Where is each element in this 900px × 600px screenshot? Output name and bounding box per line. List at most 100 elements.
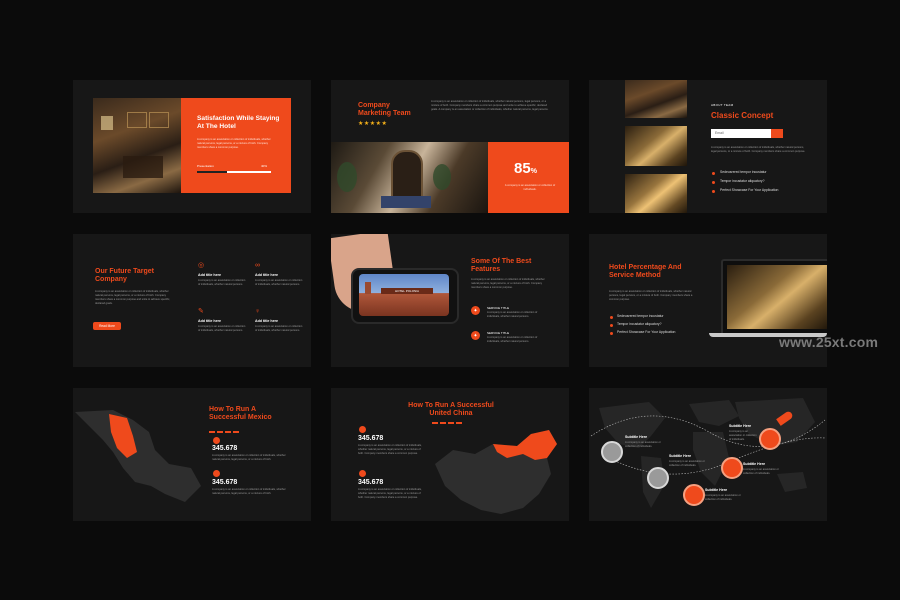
tower [365, 282, 371, 294]
bullet-item: Perfect Showcase For Your Application [617, 330, 676, 334]
money-bag-icon [359, 470, 366, 477]
bar-value: 40% [261, 164, 268, 168]
slide-title: How To Run A Successful Mexico [209, 406, 272, 421]
item-title: Add title here [198, 273, 221, 277]
service-icon: ✦ [471, 306, 480, 315]
bullet-dot-icon [610, 332, 613, 335]
bullet-dot-icon [712, 190, 715, 193]
service-title: SERVICE TITLE [487, 331, 510, 335]
subtitle-label: Subtitle Here [705, 488, 728, 492]
target-icon [721, 457, 743, 479]
divider-dash [225, 431, 231, 433]
slide-future-target[interactable]: Our Future Target Company A company is a… [73, 234, 311, 367]
divider-dash [233, 431, 239, 433]
slide-body: A company is an association or collectio… [95, 290, 170, 305]
email-field[interactable]: Email [711, 129, 771, 138]
blue-steps [381, 196, 431, 208]
chat-icon: ◎ [198, 262, 205, 269]
slide-body: A company is an association or collectio… [471, 278, 545, 289]
plant [433, 164, 451, 190]
bullet-item: Perfect Showcase For Your Application [720, 188, 779, 192]
percent-caption: A company is an association or collectio… [504, 184, 556, 191]
subtitle-label: Subtitle Here [743, 462, 766, 466]
item-title: Add title here [255, 319, 278, 323]
sofa [123, 156, 163, 178]
progress-fill [197, 171, 227, 173]
lobby-photo [727, 265, 827, 329]
bullet-dot-icon [610, 316, 613, 319]
wall-frame [149, 112, 169, 128]
wall-frame [127, 112, 147, 128]
service-icon: ✦ [471, 331, 480, 340]
item-body: A company is an association or collectio… [255, 279, 303, 286]
slide-body: A company is an association or collectio… [711, 146, 806, 153]
slide-best-features[interactable]: HOTEL POLONIA Some Of The Best Features … [331, 234, 569, 367]
item-title: Add title here [198, 319, 221, 323]
bullet-item: Sedeusrered tempor incustatur [720, 170, 767, 174]
heart-icon [647, 467, 669, 489]
read-more-button[interactable]: Read More [93, 322, 121, 330]
slide-mexico[interactable]: How To Run A Successful Mexico 345.678 A… [73, 388, 311, 521]
tag-icon: ✎ [198, 308, 204, 315]
bullet-dot-icon [712, 181, 715, 184]
item-body: A company is an association or collectio… [255, 325, 303, 332]
link-icon: ∞ [255, 262, 260, 269]
stat-value: 345.678 [358, 479, 384, 486]
orange-panel: Satisfaction While Staying At The Hotel … [181, 98, 291, 193]
rating-stars-icon: ★★★★★ [358, 121, 388, 127]
bullet-dot-icon [712, 172, 715, 175]
plant [337, 162, 357, 192]
percent-sign: % [530, 168, 537, 175]
stat-value: 345.678 [358, 435, 384, 442]
item-body: A company is an association or collectio… [198, 279, 246, 286]
divider-dash [217, 431, 223, 433]
slide-china[interactable]: How To Run A Successful United China 345… [331, 388, 569, 521]
item-body: A company is an association or collectio… [198, 325, 246, 332]
subtitle-body: A company is an association or collectio… [729, 430, 757, 441]
slide-title: Satisfaction While Staying At The Hotel [197, 115, 280, 130]
subtitle-label: Subtitle Here [625, 435, 648, 439]
service-body: A company is an association or collectio… [487, 336, 538, 343]
slide-world-timeline[interactable]: Subtitle Here A company is an associatio… [589, 388, 827, 521]
service-body: A company is an association or collectio… [487, 311, 538, 318]
money-bag-icon [359, 426, 366, 433]
china-map [435, 430, 557, 514]
lobby-photo [625, 126, 687, 166]
slide-title: Company Marketing Team [358, 102, 411, 117]
slide-satisfaction[interactable]: Satisfaction While Staying At The Hotel … [73, 80, 311, 213]
hotel-screen-photo: HOTEL POLONIA [359, 274, 449, 316]
percent-value: 85% [514, 160, 537, 177]
stat-value: 345.678 [212, 479, 238, 486]
percent-number: 85 [514, 160, 531, 177]
slide-body: A company is an association or collectio… [431, 100, 549, 111]
subtitle-body: A company is an association or collectio… [705, 494, 741, 501]
subtitle-body: A company is an association or collectio… [669, 460, 705, 467]
slide-marketing-team[interactable]: Company Marketing Team ★★★★★ A company i… [331, 80, 569, 213]
hotel-room-photo [93, 98, 183, 193]
percent-panel: 85% A company is an association or colle… [488, 142, 569, 213]
slide-classic-concept[interactable]: ABOUT TEAM Classic Concept Email A compa… [589, 80, 827, 213]
bullet-dot-icon [610, 324, 613, 327]
watermark-text: www.25xt.com [779, 334, 879, 350]
money-bag-icon [213, 437, 220, 444]
bullet-item: Tempor incustatur aliquatory? [617, 322, 662, 326]
slide-title: Our Future Target Company [95, 268, 154, 283]
lightbulb-icon: ♀ [255, 308, 261, 315]
slide-title: How To Run A Successful United China [408, 402, 494, 417]
bar-label: Presentation [197, 164, 214, 168]
progress-track [197, 171, 271, 173]
divider-dash [209, 431, 215, 433]
email-submit-button[interactable] [771, 129, 783, 138]
smartphone-frame: HOTEL POLONIA [351, 268, 459, 324]
dollar-icon [759, 428, 781, 450]
money-bag-icon [213, 470, 220, 477]
bullet-item: Sedeusrered tempor incustatur [617, 314, 664, 318]
subtitle-body: A company is an association or collectio… [625, 441, 661, 448]
dining-photo [625, 80, 687, 118]
bullet-item: Tempor incustatur aliquatory? [720, 179, 765, 183]
arched-door [391, 150, 423, 200]
email-placeholder: Email [715, 131, 724, 135]
slide-title: Some Of The Best Features [471, 258, 532, 273]
rocket-icon [683, 484, 705, 506]
subtitle-label: Subtitle Here [729, 424, 752, 428]
